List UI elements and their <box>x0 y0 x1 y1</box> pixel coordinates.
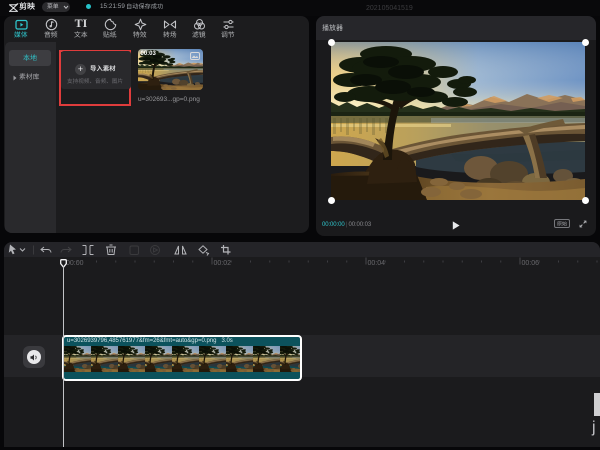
svg-text:00:04: 00:04 <box>368 260 386 267</box>
svg-text:00:02: 00:02 <box>214 260 232 267</box>
svg-text:00:00: 00:00 <box>66 260 84 267</box>
svg-text:00:06: 00:06 <box>522 260 540 267</box>
